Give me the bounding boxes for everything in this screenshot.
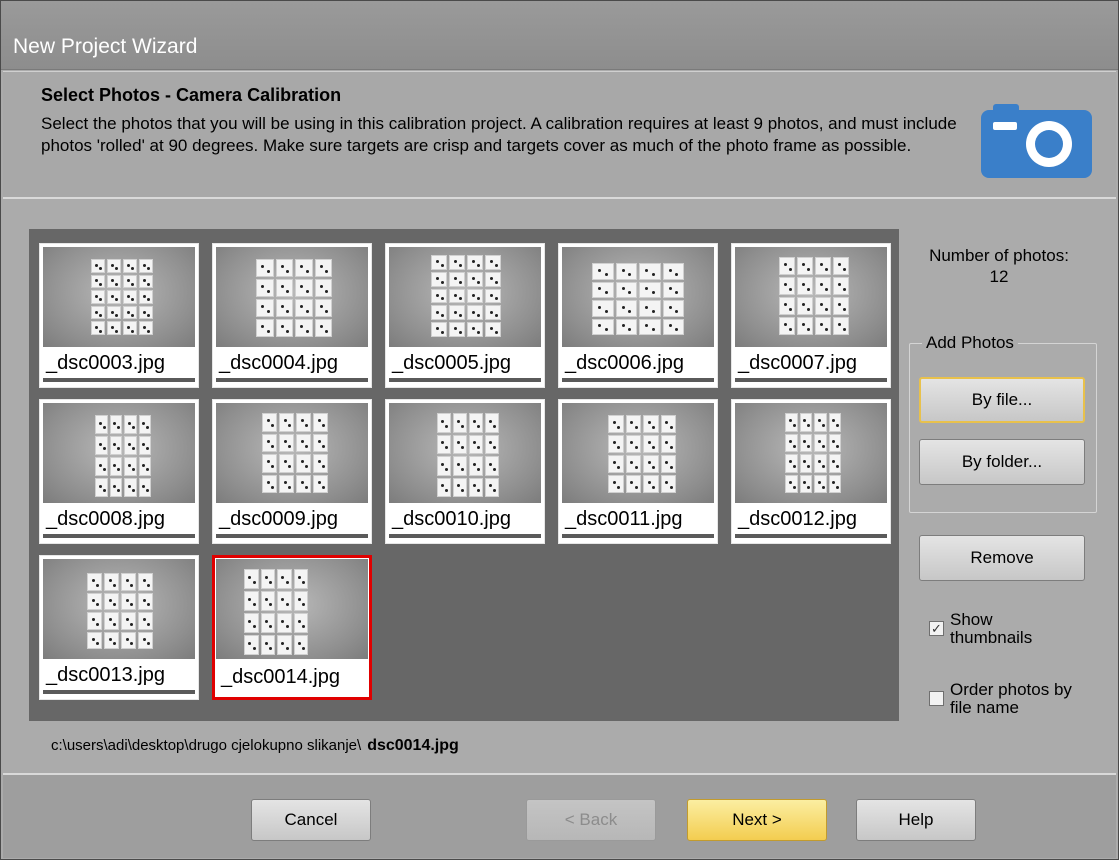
remove-button[interactable]: Remove [919, 535, 1085, 581]
by-file-button[interactable]: By file... [919, 377, 1085, 423]
title-bar[interactable]: New Project Wizard [1, 1, 1118, 70]
new-project-wizard-window: New Project Wizard Select Photos - Camer… [0, 0, 1119, 860]
cancel-button[interactable]: Cancel [251, 799, 371, 841]
photo-underline [389, 534, 541, 538]
photo-underline [562, 378, 714, 382]
photo-filename: _dsc0010.jpg [392, 508, 511, 530]
show-thumbnails-checkbox[interactable]: ✓ Show thumbnails [929, 611, 1089, 647]
photo-filename: _dsc0012.jpg [738, 508, 857, 530]
photo-underline [735, 534, 887, 538]
photo-thumbnail[interactable]: _dsc0012.jpg [731, 399, 891, 544]
next-button[interactable]: Next > [687, 799, 827, 841]
photo-image [216, 247, 368, 347]
photo-thumbnail[interactable]: _dsc0010.jpg [385, 399, 545, 544]
path-filename: dsc0014.jpg [367, 737, 459, 754]
photo-gallery[interactable]: _dsc0003.jpg _dsc0004.jpg _dsc0005.jpg _dsc… [29, 229, 899, 721]
photo-image [562, 247, 714, 347]
photo-thumbnail[interactable]: _dsc0011.jpg [558, 399, 718, 544]
photo-filename: _dsc0011.jpg [565, 508, 683, 530]
path-directory: c:\users\adi\desktop\drugo cjelokupno sl… [51, 737, 362, 754]
order-by-name-label: Order photos by file name [950, 680, 1072, 717]
add-photos-legend: Add Photos [922, 333, 1018, 353]
by-folder-button[interactable]: By folder... [919, 439, 1085, 485]
photo-thumbnail[interactable]: _dsc0013.jpg [39, 555, 199, 700]
photo-image [216, 403, 368, 503]
photo-underline [562, 534, 714, 538]
photo-filename: _dsc0013.jpg [46, 664, 165, 686]
show-thumbnails-label: Show thumbnails [950, 610, 1033, 647]
photo-image [43, 403, 195, 503]
photo-underline [389, 378, 541, 382]
photo-thumbnail[interactable]: _dsc0014.jpg [212, 555, 372, 700]
window-title: New Project Wizard [13, 35, 198, 58]
photo-image [562, 403, 714, 503]
photo-image [43, 559, 195, 659]
help-button[interactable]: Help [856, 799, 976, 841]
back-button[interactable]: < Back [526, 799, 656, 841]
photo-image [389, 247, 541, 347]
photo-image [389, 403, 541, 503]
photo-filename: _dsc0009.jpg [219, 508, 338, 530]
photo-filename: _dsc0008.jpg [46, 508, 165, 530]
photo-image [735, 403, 887, 503]
photo-thumbnail[interactable]: _dsc0006.jpg [558, 243, 718, 388]
selected-file-path: c:\users\adi\desktop\drugo cjelokupno sl… [51, 737, 459, 755]
photo-underline [43, 534, 195, 538]
photo-underline [216, 534, 368, 538]
photo-underline [43, 690, 195, 694]
photo-filename: _dsc0004.jpg [219, 352, 338, 374]
order-by-name-check-box[interactable] [929, 691, 944, 706]
page-heading: Select Photos - Camera Calibration [41, 85, 342, 105]
photo-underline [216, 378, 368, 382]
photo-image [735, 247, 887, 347]
photo-image [43, 247, 195, 347]
photo-filename: _dsc0003.jpg [46, 352, 165, 374]
photo-filename: _dsc0014.jpg [221, 666, 340, 688]
photo-thumbnail[interactable]: _dsc0009.jpg [212, 399, 372, 544]
photo-filename: _dsc0007.jpg [738, 352, 857, 374]
camera-icon [981, 104, 1092, 178]
photo-underline [735, 378, 887, 382]
photo-filename: _dsc0006.jpg [565, 352, 684, 374]
photo-thumbnail[interactable]: _dsc0008.jpg [39, 399, 199, 544]
photo-filename: _dsc0005.jpg [392, 352, 511, 374]
show-thumbnails-check-icon[interactable]: ✓ [929, 621, 944, 636]
page-description: Select the photos that you will be using… [41, 114, 957, 155]
photo-image [216, 559, 368, 659]
wizard-header: Select Photos - Camera Calibration Selec… [3, 71, 1116, 199]
photo-count: Number of photos: 12 [929, 246, 1069, 286]
order-by-name-checkbox[interactable]: Order photos by file name [929, 681, 1089, 717]
photo-thumbnail[interactable]: _dsc0004.jpg [212, 243, 372, 388]
photo-thumbnail[interactable]: _dsc0003.jpg [39, 243, 199, 388]
photo-underline [43, 378, 195, 382]
photo-thumbnail[interactable]: _dsc0005.jpg [385, 243, 545, 388]
photo-thumbnail[interactable]: _dsc0007.jpg [731, 243, 891, 388]
add-photos-group: Add Photos [909, 333, 1097, 513]
